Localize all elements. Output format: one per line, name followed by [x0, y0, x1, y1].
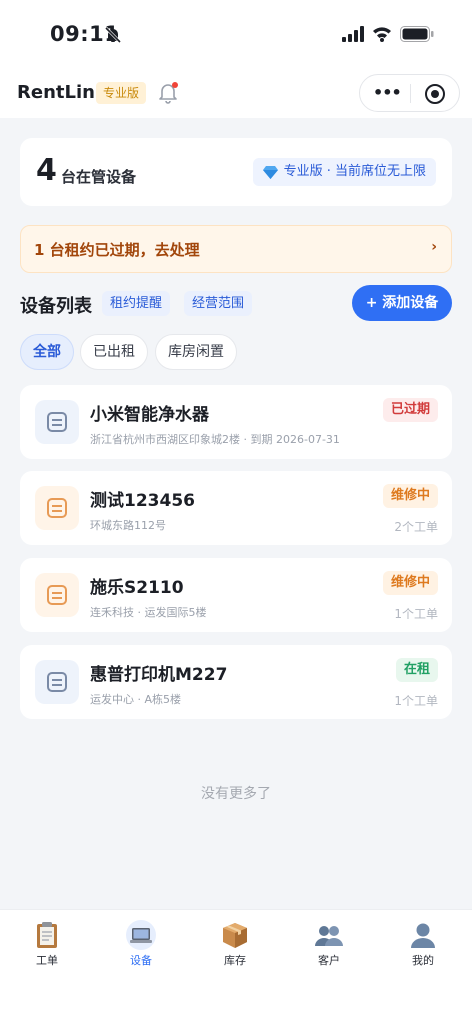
device-name: 惠普打印机M227 — [90, 665, 228, 685]
work-order-count: 2个工单 — [394, 520, 438, 534]
add-device-button[interactable]: + 添加设备 — [352, 285, 452, 321]
tab-inventory[interactable]: 库存 — [200, 920, 270, 968]
device-address: 浙江省杭州市西湖区印象城2楼 · 到期 2026-07-31 — [90, 433, 340, 446]
tab-profile[interactable]: 我的 — [388, 920, 458, 968]
device-name: 测试123456 — [90, 491, 195, 511]
bottom-tab-bar: 工单 设备 库存 客户 我的 — [0, 909, 472, 1024]
tab-label: 我的 — [412, 954, 434, 967]
device-card[interactable]: 小米智能净水器 浙江省杭州市西湖区印象城2楼 · 到期 2026-07-31 已… — [20, 385, 452, 459]
device-icon — [35, 573, 79, 617]
work-order-count: 1个工单 — [394, 607, 438, 621]
device-address: 连禾科技 · 运发国际5楼 — [90, 606, 207, 619]
chevron-right-icon: › — [431, 239, 437, 255]
filter-all[interactable]: 全部 — [20, 334, 74, 370]
user-icon — [411, 923, 435, 948]
users-icon — [315, 926, 343, 946]
brand-name: RentLink — [17, 82, 107, 103]
device-count-label: 台在管设备 — [61, 168, 137, 186]
lease-reminder-chip[interactable]: 租约提醒 — [102, 291, 171, 316]
device-name: 小米智能净水器 — [90, 405, 209, 425]
wifi-icon — [373, 27, 391, 42]
business-scope-chip[interactable]: 经营范围 — [184, 291, 253, 316]
device-list-title: 设备列表 — [20, 296, 92, 317]
tab-label: 设备 — [130, 954, 152, 967]
notification-dot — [172, 82, 178, 88]
plan-chip-label: 专业版 · 当前席位无上限 — [283, 164, 426, 179]
status-badge: 维修中 — [382, 484, 438, 508]
package-icon — [223, 923, 247, 948]
more-icon[interactable]: ••• — [373, 85, 402, 101]
device-card[interactable]: 测试123456 环城东路112号 维修中 2个工单 — [20, 471, 452, 545]
status-bar: 09:11 — [0, 0, 472, 70]
device-icon — [35, 486, 79, 530]
tab-label: 库存 — [224, 954, 246, 967]
alert-text: 1 台租约已过期，去处理 — [34, 241, 200, 259]
device-count: 4 — [36, 153, 57, 188]
bell-off-icon — [104, 26, 122, 44]
mini-program-capsule: ••• — [359, 74, 460, 112]
device-icon — [35, 400, 79, 444]
device-address: 环城东路112号 — [90, 519, 166, 532]
clipboard-icon — [37, 922, 57, 948]
tab-work-orders[interactable]: 工单 — [12, 920, 82, 968]
capsule-divider — [410, 84, 411, 103]
status-badge: 在租 — [395, 658, 438, 682]
tab-label: 工单 — [36, 954, 58, 967]
tab-devices[interactable]: 设备 — [106, 920, 176, 968]
battery-icon — [400, 26, 434, 42]
device-card[interactable]: 惠普打印机M227 运发中心 · A栋5楼 在租 1个工单 — [20, 645, 452, 719]
status-badge: 维修中 — [382, 571, 438, 595]
filter-rented[interactable]: 已出租 — [80, 334, 148, 370]
status-badge: 已过期 — [382, 398, 438, 422]
diamond-icon — [262, 165, 278, 179]
end-of-list-text: 没有更多了 — [201, 786, 271, 802]
device-name: 施乐S2110 — [90, 578, 184, 598]
device-card[interactable]: 施乐S2110 连禾科技 · 运发国际5楼 维修中 1个工单 — [20, 558, 452, 632]
tab-label: 客户 — [318, 954, 340, 967]
expired-lease-alert[interactable]: 1 台租约已过期，去处理 › — [20, 225, 452, 273]
device-address: 运发中心 · A栋5楼 — [90, 693, 182, 706]
tab-customers[interactable]: 客户 — [294, 920, 364, 968]
top-nav: RentLink 专业版 ••• — [0, 70, 472, 118]
work-order-count: 1个工单 — [394, 694, 438, 708]
signal-icon — [342, 26, 364, 42]
close-target-icon[interactable] — [425, 84, 445, 104]
device-icon — [35, 660, 79, 704]
summary-card: 4 台在管设备 专业版 · 当前席位无上限 — [20, 138, 452, 206]
filter-idle[interactable]: 库房闲置 — [155, 334, 237, 370]
plan-chip[interactable]: 专业版 · 当前席位无上限 — [252, 158, 436, 186]
laptop-icon — [126, 920, 156, 950]
plan-tag: 专业版 — [96, 82, 147, 104]
